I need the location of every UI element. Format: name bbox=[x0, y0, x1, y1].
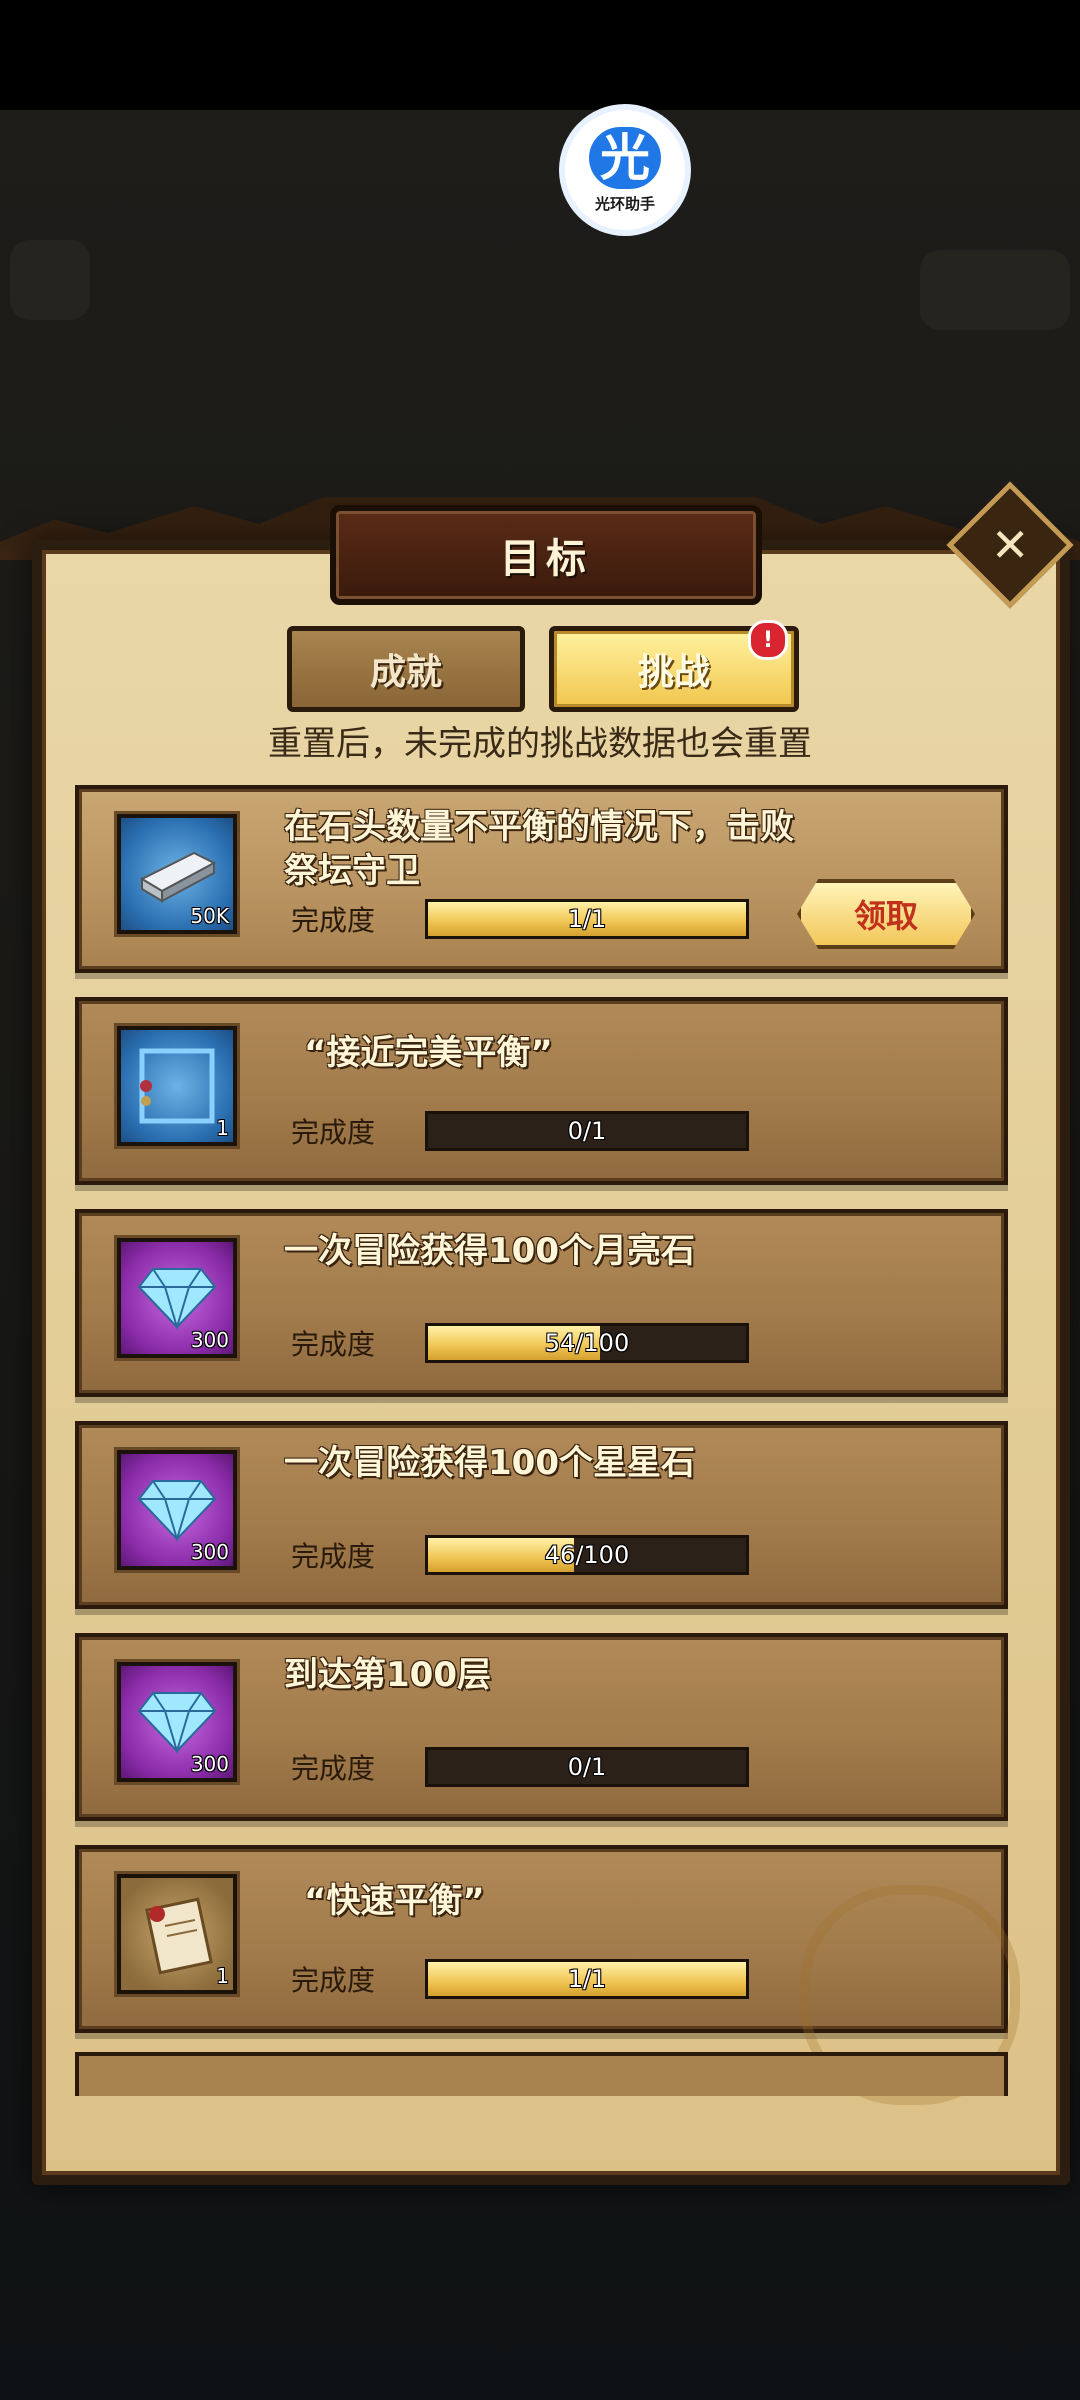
challenge-title: 到达第100层 bbox=[284, 1655, 491, 1695]
diamond-icon: 300 bbox=[117, 1662, 237, 1782]
challenge-card: 300 一次冒险获得100个星星石 完成度 46/100 bbox=[75, 1421, 1008, 1609]
challenge-card: 300 一次冒险获得100个月亮石 完成度 54/100 bbox=[75, 1209, 1008, 1397]
dialog-title: 目标 bbox=[500, 536, 592, 582]
challenge-title: 在石头数量不平衡的情况下，击败祭坛守卫 bbox=[284, 807, 794, 891]
progress-label: 完成度 bbox=[291, 1328, 376, 1361]
helper-caption: 光环助手 bbox=[594, 194, 655, 213]
status-bar bbox=[0, 0, 1080, 110]
dialog-title-plate: 目标 bbox=[330, 505, 762, 605]
reward-qty: 50K bbox=[190, 904, 229, 928]
alert-badge: ! bbox=[748, 620, 788, 660]
helper-logo-icon: 光 bbox=[589, 126, 661, 189]
scroll-icon: 1 bbox=[117, 1874, 237, 1994]
challenge-card: 300 到达第100层 完成度 0/1 bbox=[75, 1633, 1008, 1821]
progress-text: 54/100 bbox=[544, 1329, 630, 1357]
diamond-icon: 300 bbox=[117, 1450, 237, 1570]
challenge-title: 一次冒险获得100个月亮石 bbox=[284, 1231, 695, 1271]
progress-text: 0/1 bbox=[567, 1117, 607, 1145]
list-item bbox=[75, 2052, 1008, 2096]
progress-bar: 0/1 bbox=[425, 1111, 749, 1151]
progress-label: 完成度 bbox=[291, 904, 376, 937]
challenge-card: 1 “接近完美平衡” 完成度 0/1 bbox=[75, 997, 1008, 1185]
challenge-card: 50K 在石头数量不平衡的情况下，击败祭坛守卫 完成度 1/1 领取 bbox=[75, 785, 1008, 973]
progress-label: 完成度 bbox=[291, 1540, 376, 1573]
tab-achievements[interactable]: 成就 bbox=[287, 626, 525, 712]
diamond-icon: 300 bbox=[117, 1238, 237, 1358]
progress-label: 完成度 bbox=[291, 1964, 376, 1997]
progress-text: 46/100 bbox=[544, 1541, 630, 1569]
frame-icon: 1 bbox=[117, 1026, 237, 1146]
silver-ingot-icon: 50K bbox=[117, 814, 237, 934]
progress-label: 完成度 bbox=[291, 1752, 376, 1785]
progress-label: 完成度 bbox=[291, 1116, 376, 1149]
close-icon: ✕ bbox=[990, 517, 1030, 572]
progress-bar: 1/1 bbox=[425, 1959, 749, 1999]
challenge-title: “接近完美平衡” bbox=[304, 1033, 553, 1073]
progress-bar: 1/1 bbox=[425, 899, 749, 939]
progress-bar: 54/100 bbox=[425, 1323, 749, 1363]
progress-bar: 0/1 bbox=[425, 1747, 749, 1787]
reward-qty: 1 bbox=[216, 1964, 229, 1988]
progress-text: 0/1 bbox=[567, 1753, 607, 1781]
helper-badge[interactable]: 光 光环助手 bbox=[565, 110, 685, 230]
reward-qty: 300 bbox=[190, 1540, 229, 1564]
reward-qty: 300 bbox=[190, 1328, 229, 1352]
challenge-title: “快速平衡” bbox=[304, 1881, 485, 1921]
progress-bar: 46/100 bbox=[425, 1535, 749, 1575]
claim-button[interactable]: 领取 bbox=[797, 879, 975, 949]
reward-qty: 1 bbox=[216, 1116, 229, 1140]
challenge-title: 一次冒险获得100个星星石 bbox=[284, 1443, 695, 1483]
reward-qty: 300 bbox=[190, 1752, 229, 1776]
progress-text: 1/1 bbox=[567, 1965, 607, 1993]
progress-text: 1/1 bbox=[567, 905, 607, 933]
reset-notice: 重置后，未完成的挑战数据也会重置 bbox=[268, 724, 812, 764]
